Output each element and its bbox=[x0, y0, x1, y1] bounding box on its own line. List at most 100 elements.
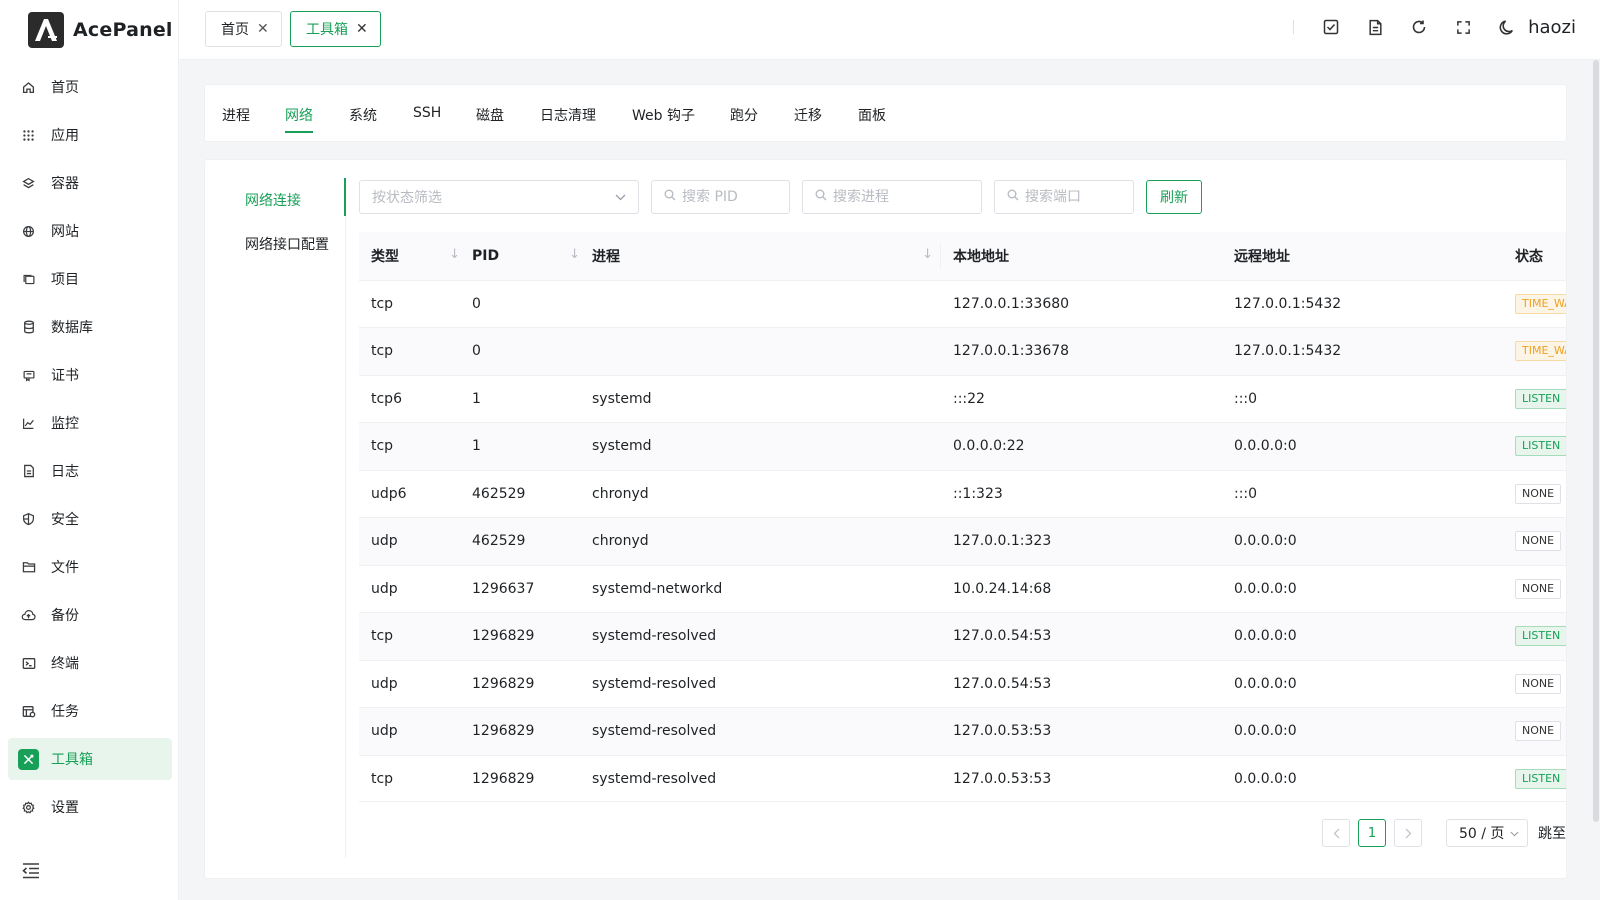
next-page-button[interactable] bbox=[1394, 819, 1422, 847]
sidebar-item-database[interactable]: 数据库 bbox=[8, 306, 172, 348]
tab-log-clean[interactable]: 日志清理 bbox=[540, 105, 596, 125]
cell-pid: 0 bbox=[460, 280, 580, 328]
user-name[interactable]: haozi bbox=[1528, 17, 1576, 38]
sidebar-item-files[interactable]: 文件 bbox=[8, 546, 172, 588]
cell-status: TIME_WAIT bbox=[1503, 327, 1566, 376]
table-row[interactable]: udp 462529 chronyd 127.0.0.1:323 0.0.0.0:0 NO… bbox=[359, 517, 1566, 566]
document-icon[interactable] bbox=[1364, 16, 1386, 38]
pid-search-input[interactable] bbox=[682, 189, 777, 205]
sort-arrow-icon[interactable]: ↓ bbox=[449, 247, 460, 262]
tab-panel[interactable]: 面板 bbox=[858, 105, 886, 125]
dark-mode-moon-icon[interactable] bbox=[1496, 16, 1518, 38]
certificate-icon bbox=[18, 365, 39, 386]
cell-status: LISTEN bbox=[1503, 755, 1566, 801]
sidebar-item-backup[interactable]: 备份 bbox=[8, 594, 172, 636]
filter-bar: 按状态筛选 刷新 bbox=[359, 180, 1202, 214]
collapse-sidebar-icon[interactable] bbox=[21, 862, 41, 882]
status-badge: NONE bbox=[1515, 578, 1562, 599]
sidebar-item-label: 数据库 bbox=[51, 320, 93, 336]
refresh-icon[interactable] bbox=[1408, 16, 1430, 38]
subnav-connections[interactable]: 网络连接 bbox=[205, 178, 347, 222]
status-filter-select[interactable]: 按状态筛选 bbox=[359, 180, 639, 214]
table-row[interactable]: tcp6 1 systemd:::22:::0 LISTEN bbox=[359, 375, 1566, 423]
table-row[interactable]: tcp0 127.0.0.1:33678127.0.0.1:5432 TIME_WA… bbox=[359, 327, 1566, 376]
tab-home[interactable]: 首页 ✕ bbox=[205, 11, 282, 47]
table-row[interactable]: tcp0 127.0.0.1:33680127.0.0.1:5432 TIME_WA… bbox=[359, 280, 1566, 328]
column-header-type[interactable]: 类型 ↓ bbox=[359, 232, 460, 281]
tab-webhook[interactable]: Web 钩子 bbox=[632, 105, 695, 125]
tab-disk[interactable]: 磁盘 bbox=[476, 105, 504, 125]
status-badge: NONE bbox=[1515, 531, 1562, 552]
table-row[interactable]: tcp 1 systemd 0.0.0.0:22 0.0.0.0:0 LISTEN bbox=[359, 422, 1566, 471]
process-search-field[interactable] bbox=[802, 180, 982, 214]
process-search-input[interactable] bbox=[833, 189, 969, 205]
sidebar-item-terminal[interactable]: 终端 bbox=[8, 642, 172, 684]
port-search-field[interactable] bbox=[994, 180, 1134, 214]
table-row[interactable]: udp 1296829 systemd-resolved 127.0.0.54:53 0… bbox=[359, 660, 1566, 708]
table-row[interactable]: tcp 1296829 systemd-resolved 127.0.0.54:53 0… bbox=[359, 612, 1566, 661]
sidebar-item-monitor[interactable]: 监控 bbox=[8, 402, 172, 444]
cell-type: tcp bbox=[359, 612, 460, 661]
scrollbar-thumb[interactable] bbox=[1593, 60, 1599, 822]
sort-arrow-icon[interactable]: ↓ bbox=[922, 247, 933, 262]
chart-icon bbox=[18, 413, 39, 434]
table-row[interactable]: udp6 462529 chronyd::1:323:::0 NONE bbox=[359, 470, 1566, 518]
cell-pid: 1296829 bbox=[460, 707, 580, 756]
status-badge: TIME_WAIT bbox=[1515, 341, 1566, 362]
page-size-select[interactable]: 50 / 页 bbox=[1446, 819, 1528, 847]
column-header-pid[interactable]: PID ↓ bbox=[460, 232, 580, 281]
sidebar-item-home[interactable]: 首页 bbox=[8, 66, 172, 108]
close-icon[interactable]: ✕ bbox=[356, 22, 368, 36]
sidebar-item-toolbox[interactable]: 工具箱 bbox=[8, 738, 172, 780]
subnav-interfaces[interactable]: 网络接口配置 bbox=[205, 222, 347, 266]
cell-type: udp bbox=[359, 660, 460, 708]
prev-page-button[interactable] bbox=[1322, 819, 1350, 847]
column-header-remote-address: 远程地址 bbox=[1222, 232, 1503, 281]
table-row[interactable]: udp 1296637 systemd-networkd 10.0.24.14:68 0… bbox=[359, 565, 1566, 613]
cell-pid: 1296829 bbox=[460, 660, 580, 708]
sidebar-item-apps[interactable]: 应用 bbox=[8, 114, 172, 156]
subnav-divider bbox=[345, 178, 346, 858]
sidebar-item-settings[interactable]: 设置 bbox=[8, 786, 172, 828]
status-badge: NONE bbox=[1515, 721, 1562, 742]
fullscreen-icon[interactable] bbox=[1452, 16, 1474, 38]
app-logo[interactable]: AcePanel bbox=[28, 12, 173, 48]
table-row[interactable]: udp 1296829 systemd-resolved 127.0.0.53:53 0… bbox=[359, 707, 1566, 756]
sidebar-item-containers[interactable]: 容器 bbox=[8, 162, 172, 204]
divider bbox=[1293, 20, 1295, 34]
status-badge: TIME_WAIT bbox=[1515, 293, 1566, 314]
close-icon[interactable]: ✕ bbox=[257, 22, 269, 36]
table-row[interactable]: tcp 1296829 systemd-resolved 127.0.0.53:53 0… bbox=[359, 755, 1566, 801]
tab-benchmark[interactable]: 跑分 bbox=[730, 105, 758, 125]
sidebar-item-logs[interactable]: 日志 bbox=[8, 450, 172, 492]
cell-pid: 1 bbox=[460, 422, 580, 471]
tab-ssh[interactable]: SSH bbox=[413, 105, 441, 121]
cell-remote-address: 0.0.0.0:0 bbox=[1222, 660, 1503, 708]
logo-icon bbox=[28, 12, 64, 48]
tab-toolbox[interactable]: 工具箱 ✕ bbox=[290, 11, 381, 47]
tab-process[interactable]: 进程 bbox=[222, 105, 250, 125]
sidebar-item-tasks[interactable]: 任务 bbox=[8, 690, 172, 732]
app-name: AcePanel bbox=[73, 19, 173, 41]
tab-network[interactable]: 网络 bbox=[285, 105, 313, 133]
refresh-button[interactable]: 刷新 bbox=[1146, 180, 1202, 214]
task-check-icon[interactable] bbox=[1320, 16, 1342, 38]
status-badge: NONE bbox=[1515, 483, 1562, 504]
cell-type: tcp bbox=[359, 327, 460, 376]
sidebar-item-security[interactable]: 安全 bbox=[8, 498, 172, 540]
tab-migrate[interactable]: 迁移 bbox=[794, 105, 822, 125]
cell-status: NONE bbox=[1503, 517, 1566, 566]
sidebar-item-projects[interactable]: 项目 bbox=[8, 258, 172, 300]
column-header-process[interactable]: 进程 ↓ bbox=[580, 232, 941, 281]
sidebar-item-certificates[interactable]: 证书 bbox=[8, 354, 172, 396]
tab-system[interactable]: 系统 bbox=[349, 105, 377, 125]
cell-local-address: :::22 bbox=[941, 375, 1222, 423]
sort-arrow-icon[interactable]: ↓ bbox=[569, 247, 580, 262]
task-icon bbox=[18, 701, 39, 722]
pid-search-field[interactable] bbox=[651, 180, 790, 214]
page-number-button[interactable]: 1 bbox=[1358, 819, 1386, 847]
port-search-input[interactable] bbox=[1025, 189, 1121, 205]
sidebar-item-websites[interactable]: 网站 bbox=[8, 210, 172, 252]
search-icon bbox=[1007, 189, 1019, 205]
page-scrollbar[interactable] bbox=[1592, 60, 1600, 822]
